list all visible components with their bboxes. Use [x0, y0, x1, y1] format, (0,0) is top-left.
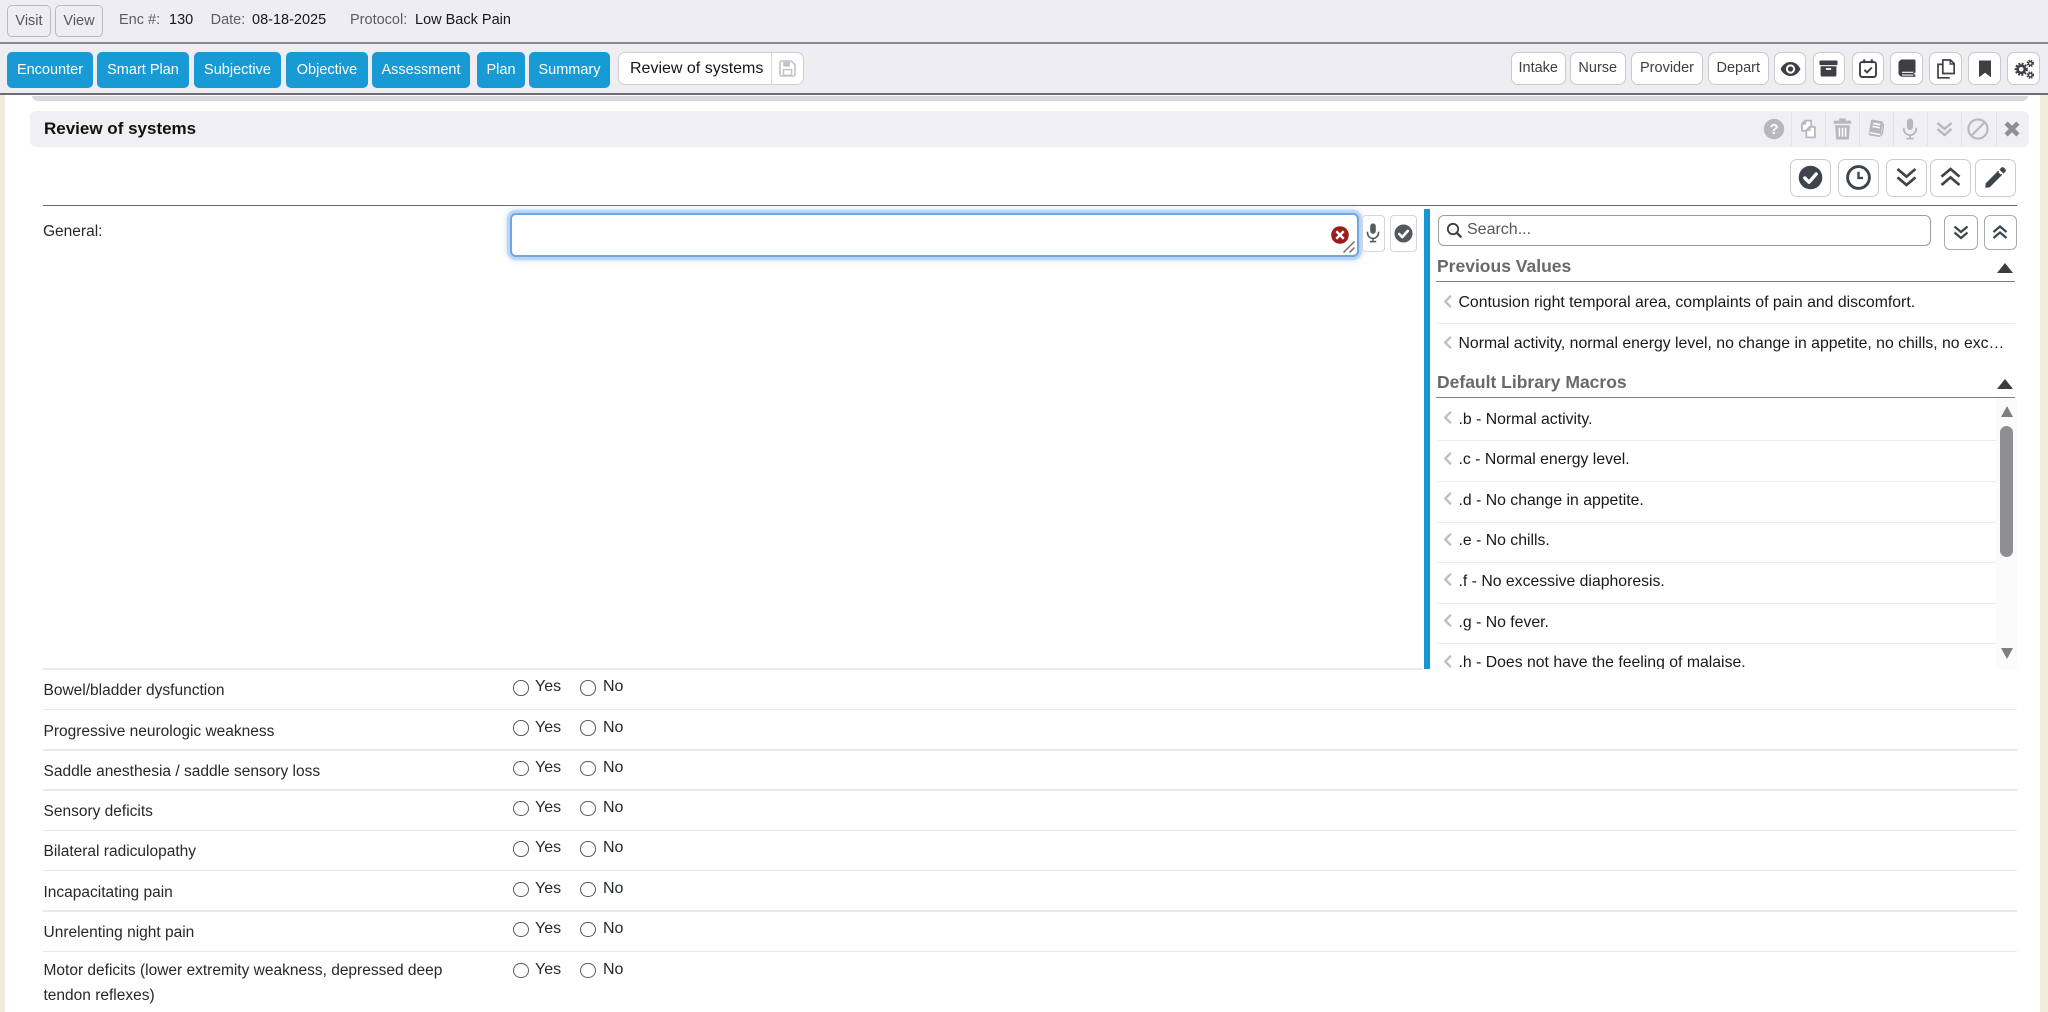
svg-text:?: ?: [1770, 122, 1779, 138]
